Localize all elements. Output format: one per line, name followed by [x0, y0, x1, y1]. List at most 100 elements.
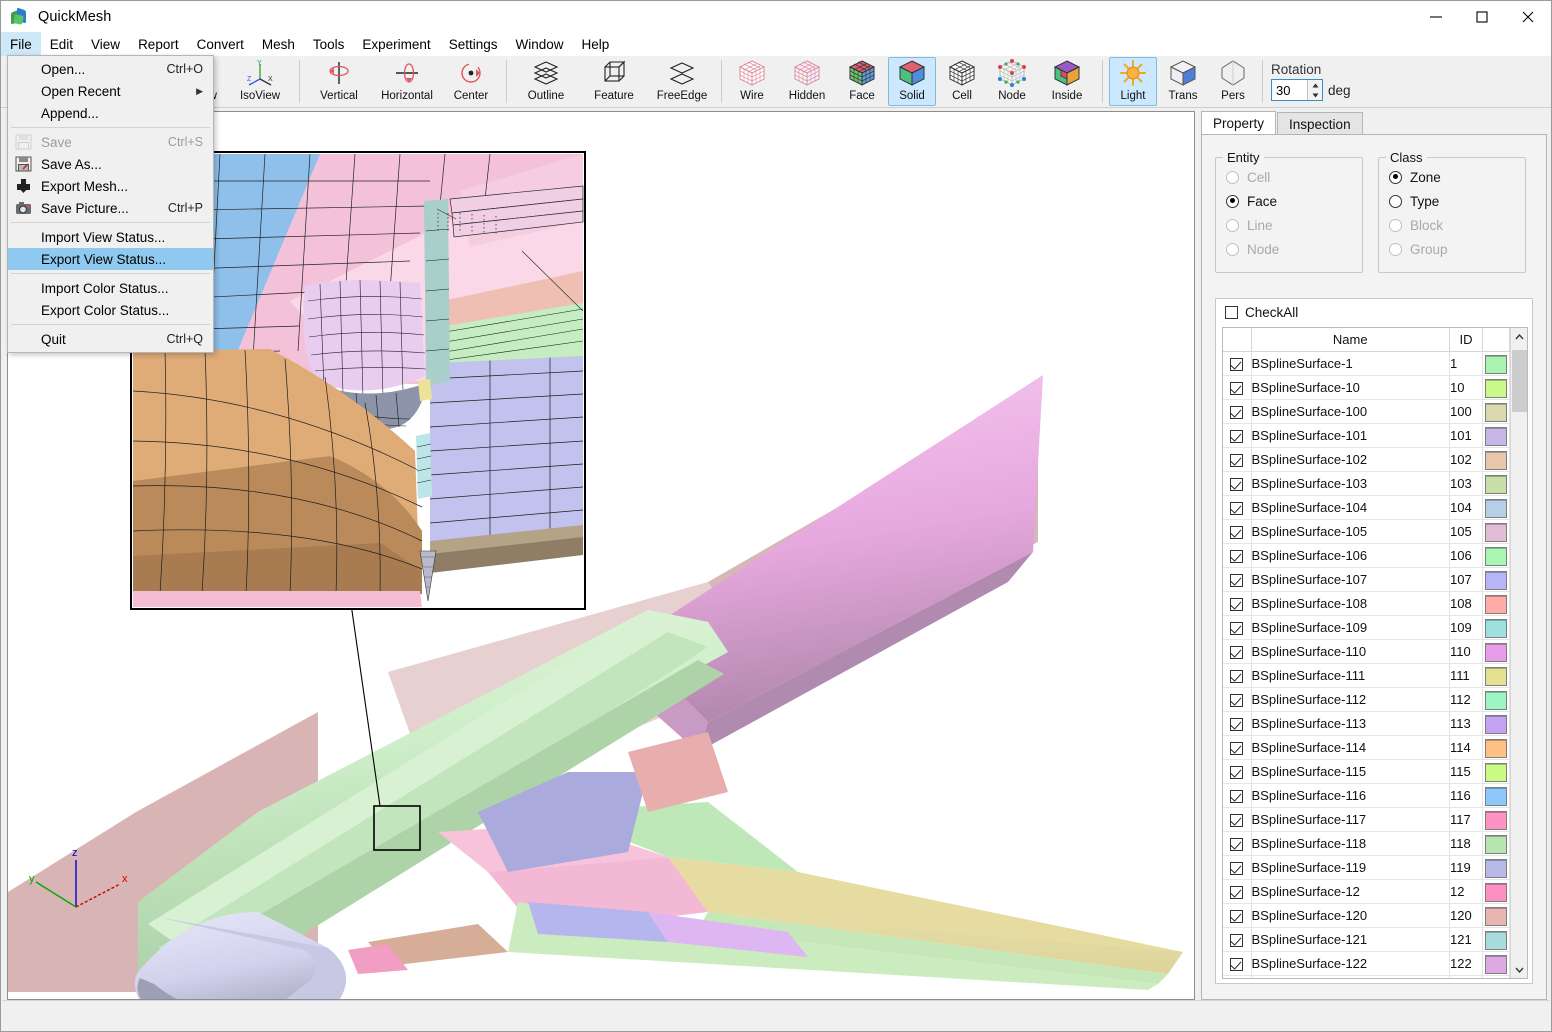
- row-checkbox[interactable]: [1230, 429, 1244, 443]
- row-checkbox[interactable]: [1230, 837, 1244, 851]
- color-swatch[interactable]: [1485, 546, 1507, 566]
- row-checkbox[interactable]: [1230, 477, 1244, 491]
- row-checkbox[interactable]: [1230, 957, 1244, 971]
- row-checkbox-cell[interactable]: [1223, 903, 1252, 928]
- menu-mesh[interactable]: Mesh: [253, 32, 304, 56]
- toolbar-button-outline[interactable]: Outline: [513, 57, 579, 106]
- color-swatch[interactable]: [1485, 474, 1507, 494]
- color-swatch[interactable]: [1485, 858, 1507, 878]
- toolbar-button-vertical[interactable]: Vertical: [306, 57, 372, 106]
- row-checkbox-cell[interactable]: [1223, 519, 1252, 544]
- toolbar-button-hidden[interactable]: Hidden: [778, 57, 836, 106]
- toolbar-button-wire[interactable]: Wire: [728, 57, 776, 106]
- check-all-checkbox[interactable]: [1225, 305, 1238, 319]
- row-color-cell[interactable]: [1482, 519, 1510, 544]
- scrollbar-thumb[interactable]: [1512, 350, 1527, 412]
- table-row[interactable]: BSplineSurface-112 112: [1223, 687, 1510, 712]
- row-checkbox-cell[interactable]: [1223, 591, 1252, 616]
- table-row[interactable]: BSplineSurface-101 101: [1223, 423, 1510, 448]
- toolbar-button-face[interactable]: Face: [838, 57, 886, 106]
- close-icon[interactable]: [1505, 1, 1551, 32]
- row-checkbox-cell[interactable]: [1223, 807, 1252, 832]
- row-checkbox[interactable]: [1230, 717, 1244, 731]
- row-checkbox-cell[interactable]: [1223, 735, 1252, 760]
- row-color-cell[interactable]: [1482, 471, 1510, 496]
- color-swatch[interactable]: [1485, 666, 1507, 686]
- tab-inspection[interactable]: Inspection: [1277, 112, 1363, 135]
- row-color-cell[interactable]: [1482, 759, 1510, 784]
- color-swatch[interactable]: [1485, 954, 1507, 974]
- row-color-cell[interactable]: [1482, 687, 1510, 712]
- menu-view[interactable]: View: [82, 32, 129, 56]
- file-menu-item-export-view-status[interactable]: Export View Status...: [8, 248, 213, 270]
- table-row[interactable]: BSplineSurface-111 111: [1223, 663, 1510, 688]
- menu-report[interactable]: Report: [129, 32, 188, 56]
- table-row[interactable]: BSplineSurface-10 10: [1223, 375, 1510, 400]
- row-color-cell[interactable]: [1482, 807, 1510, 832]
- table-col-header-blank-0[interactable]: [1223, 328, 1252, 352]
- toolbar-button-trans[interactable]: Trans: [1159, 57, 1207, 106]
- row-color-cell[interactable]: [1482, 903, 1510, 928]
- table-row[interactable]: BSplineSurface-123123: [1223, 975, 1510, 978]
- row-checkbox[interactable]: [1230, 741, 1244, 755]
- table-row[interactable]: BSplineSurface-116 116: [1223, 783, 1510, 808]
- scroll-down-arrow-icon[interactable]: [1511, 961, 1527, 978]
- menu-settings[interactable]: Settings: [440, 32, 507, 56]
- row-checkbox[interactable]: [1230, 765, 1244, 779]
- toolbar-button-pers[interactable]: Pers: [1209, 57, 1257, 106]
- zone-table[interactable]: Name ID BSplineSurface-1 1 BSplineSurface-1…: [1222, 327, 1528, 979]
- table-col-header-name[interactable]: Name: [1251, 328, 1450, 352]
- row-checkbox[interactable]: [1230, 573, 1244, 587]
- table-row[interactable]: BSplineSurface-103 103: [1223, 471, 1510, 496]
- file-menu-item-save-picture[interactable]: Save Picture... Ctrl+P: [8, 197, 213, 219]
- table-row[interactable]: BSplineSurface-109 109: [1223, 615, 1510, 640]
- radio-button[interactable]: [1389, 194, 1402, 208]
- toolbar-button-cell[interactable]: Cell: [938, 57, 986, 106]
- row-checkbox-cell[interactable]: [1223, 567, 1252, 592]
- menu-convert[interactable]: Convert: [188, 32, 253, 56]
- menu-file[interactable]: File: [1, 32, 41, 56]
- color-swatch[interactable]: [1485, 762, 1507, 782]
- toolbar-button-solid[interactable]: Solid: [888, 57, 936, 106]
- row-checkbox-cell[interactable]: [1223, 783, 1252, 808]
- radio-button[interactable]: [1389, 170, 1402, 184]
- menu-edit[interactable]: Edit: [41, 32, 82, 56]
- row-checkbox-cell[interactable]: [1223, 951, 1252, 976]
- class-option-zone[interactable]: Zone: [1379, 165, 1525, 189]
- file-menu-item-export-mesh[interactable]: Export Mesh...: [8, 175, 213, 197]
- row-checkbox[interactable]: [1230, 789, 1244, 803]
- color-swatch[interactable]: [1485, 642, 1507, 662]
- color-swatch[interactable]: [1485, 378, 1507, 398]
- table-scrollbar[interactable]: [1510, 328, 1527, 978]
- row-checkbox-cell[interactable]: [1223, 639, 1252, 664]
- file-menu-item-quit[interactable]: Quit Ctrl+Q: [8, 328, 213, 350]
- color-swatch[interactable]: [1485, 930, 1507, 950]
- toolbar-button-isoview[interactable]: Y Z X IsoView: [227, 57, 293, 106]
- table-row[interactable]: BSplineSurface-1 1: [1223, 351, 1510, 376]
- row-checkbox[interactable]: [1230, 693, 1244, 707]
- table-row[interactable]: BSplineSurface-106 106: [1223, 543, 1510, 568]
- row-checkbox[interactable]: [1230, 501, 1244, 515]
- row-color-cell[interactable]: [1482, 831, 1510, 856]
- file-menu-item-save[interactable]: Save Ctrl+S: [8, 131, 213, 153]
- row-checkbox[interactable]: [1230, 621, 1244, 635]
- row-checkbox-cell[interactable]: [1223, 471, 1252, 496]
- file-menu-item-export-color-status[interactable]: Export Color Status...: [8, 299, 213, 321]
- toolbar-button-inside[interactable]: Inside: [1038, 57, 1096, 106]
- table-row[interactable]: BSplineSurface-107 107: [1223, 567, 1510, 592]
- row-checkbox-cell[interactable]: [1223, 399, 1252, 424]
- toolbar-button-node[interactable]: Node: [988, 57, 1036, 106]
- row-checkbox-cell[interactable]: [1223, 663, 1252, 688]
- row-checkbox-cell[interactable]: [1223, 495, 1252, 520]
- row-color-cell[interactable]: [1482, 855, 1510, 880]
- table-row[interactable]: BSplineSurface-113 113: [1223, 711, 1510, 736]
- row-checkbox[interactable]: [1230, 525, 1244, 539]
- table-row[interactable]: BSplineSurface-104 104: [1223, 495, 1510, 520]
- table-row[interactable]: BSplineSurface-114 114: [1223, 735, 1510, 760]
- table-col-header-blank-3[interactable]: [1482, 328, 1510, 352]
- table-row[interactable]: BSplineSurface-121 121: [1223, 927, 1510, 952]
- color-swatch[interactable]: [1485, 810, 1507, 830]
- row-checkbox[interactable]: [1230, 909, 1244, 923]
- toolbar-button-horizontal[interactable]: Horizontal: [374, 57, 440, 106]
- row-color-cell[interactable]: [1482, 591, 1510, 616]
